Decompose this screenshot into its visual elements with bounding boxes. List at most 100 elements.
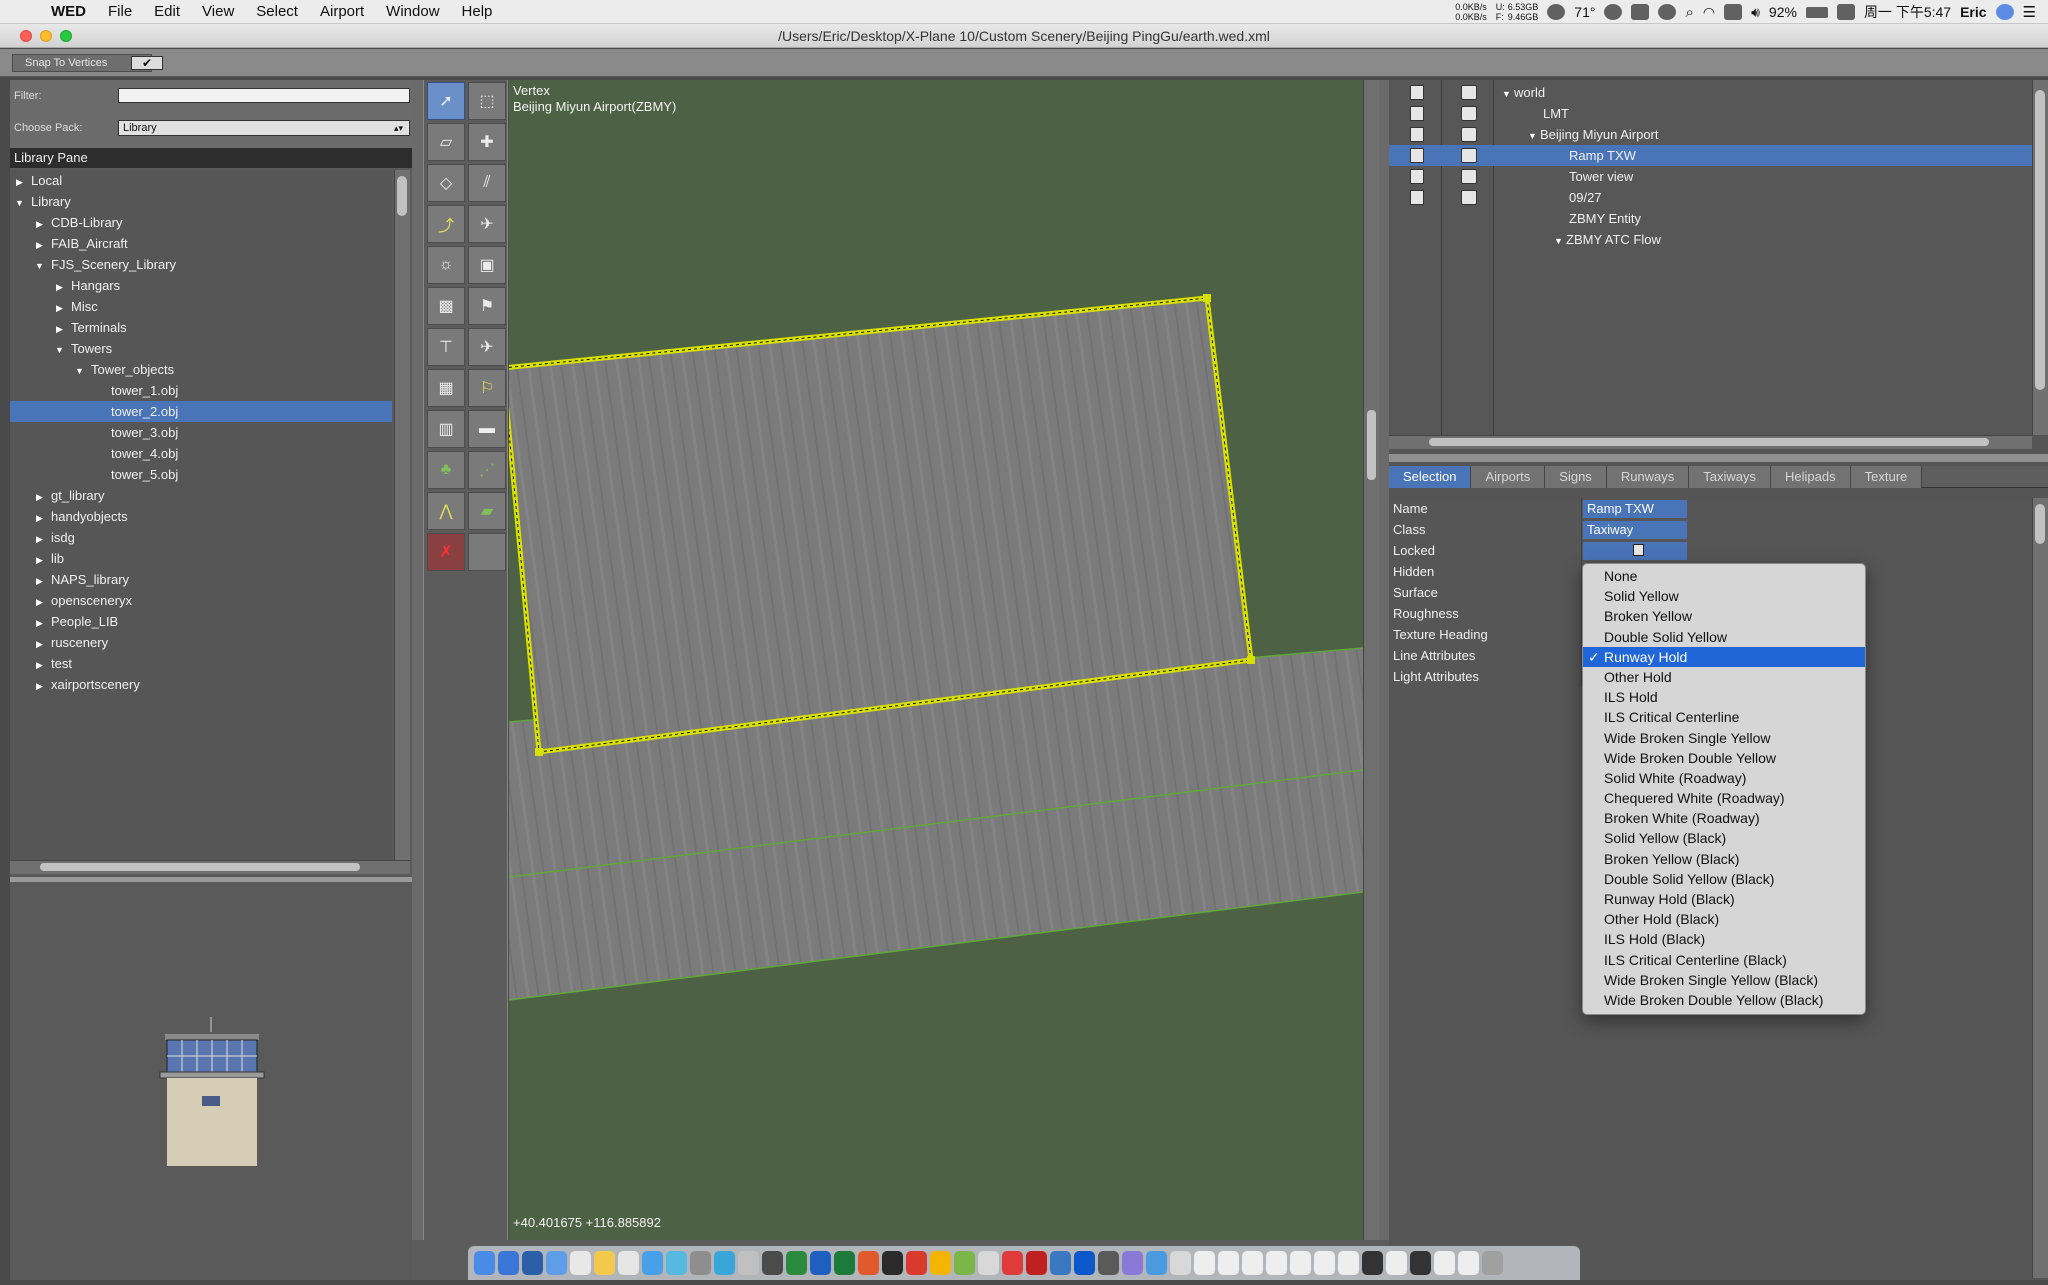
dock-app-icon[interactable] — [834, 1251, 855, 1275]
dropdown-option[interactable]: ILS Hold — [1583, 687, 1865, 707]
dropdown-option[interactable]: ILS Critical Centerline (Black) — [1583, 950, 1865, 970]
dock-app-icon[interactable] — [1458, 1251, 1479, 1275]
list-item[interactable]: ▶ CDB-Library — [10, 212, 392, 233]
string-tool-button[interactable]: ⋰ — [468, 451, 506, 489]
property-value[interactable]: Ramp TXW — [1583, 500, 1687, 518]
disclosure-down-icon[interactable]: ▼ — [1501, 84, 1512, 105]
battery-level[interactable]: 92% — [1769, 4, 1797, 20]
dock-app-icon[interactable] — [714, 1251, 735, 1275]
hierarchy-row[interactable]: ZBMY Entity — [1389, 208, 2032, 229]
scrollbar-thumb[interactable] — [1429, 438, 1989, 446]
helipad-tool-button[interactable]: ✚ — [468, 123, 506, 161]
light-fixture-tool-button[interactable]: ☼ — [427, 246, 465, 284]
disclosure-right-icon[interactable]: ▶ — [34, 613, 45, 634]
dock-app-icon[interactable] — [1434, 1251, 1455, 1275]
snap-checkbox[interactable]: ✔ — [131, 56, 163, 70]
airplane-tool-button[interactable]: ✈ — [468, 328, 506, 366]
dock-app-icon[interactable] — [954, 1251, 975, 1275]
facade-tool-button[interactable]: ▦ — [427, 369, 465, 407]
scrollbar-thumb[interactable] — [2035, 90, 2045, 390]
dock-app-icon[interactable] — [1194, 1251, 1215, 1275]
dock-app-icon[interactable] — [498, 1251, 519, 1275]
dropdown-option[interactable]: Other Hold (Black) — [1583, 909, 1865, 929]
disclosure-down-icon[interactable]: ▼ — [74, 361, 85, 382]
disclosure-right-icon[interactable]: ▶ — [34, 235, 45, 256]
gear-icon[interactable] — [1547, 4, 1566, 20]
lock-icon[interactable] — [1410, 106, 1424, 121]
disclosure-down-icon[interactable]: ▼ — [1527, 126, 1538, 147]
list-item[interactable]: tower_2.obj — [10, 401, 392, 422]
hierarchy-row[interactable]: ▼ Beijing Miyun Airport — [1389, 124, 2032, 145]
disclosure-right-icon[interactable]: ▶ — [34, 634, 45, 655]
hierarchy-row[interactable]: ▼ ZBMY ATC Flow — [1389, 229, 2032, 250]
menu-select[interactable]: Select — [245, 3, 309, 20]
notification-center-icon[interactable]: ☰ — [2023, 3, 2036, 21]
dock-app-icon[interactable] — [1218, 1251, 1239, 1275]
list-item[interactable]: ▼ Library — [10, 191, 392, 212]
taxiway-tool-button[interactable]: ◇ — [427, 164, 465, 202]
lock-icon[interactable] — [1410, 85, 1424, 100]
forest-tool-button[interactable]: ♣ — [427, 451, 465, 489]
disclosure-down-icon[interactable]: ▼ — [1553, 231, 1564, 252]
list-item[interactable]: ▶ Misc — [10, 296, 392, 317]
list-item[interactable]: ▶ Terminals — [10, 317, 392, 338]
airplay-icon[interactable] — [1724, 4, 1743, 20]
input-method-icon[interactable] — [1836, 4, 1855, 20]
disclosure-right-icon[interactable]: ▶ — [34, 571, 45, 592]
atc-tool-button[interactable]: ⚐ — [468, 369, 506, 407]
menu-edit[interactable]: Edit — [143, 3, 191, 20]
scrollbar-thumb[interactable] — [397, 176, 407, 216]
dock-app-icon[interactable] — [1338, 1251, 1359, 1275]
list-item[interactable]: tower_4.obj — [10, 443, 392, 464]
dock-app-icon[interactable] — [1050, 1251, 1071, 1275]
map-canvas[interactable] — [509, 80, 1363, 1240]
property-value[interactable] — [1583, 542, 1687, 560]
menu-help[interactable]: Help — [451, 3, 504, 20]
lock-icon[interactable] — [1410, 169, 1424, 184]
tab-texture[interactable]: Texture — [1850, 466, 1923, 488]
dock-app-icon[interactable] — [1266, 1251, 1287, 1275]
ramp-start-tool-button[interactable]: ✈ — [468, 205, 506, 243]
vertex-handle[interactable] — [1247, 656, 1255, 664]
eye-icon[interactable] — [1461, 148, 1477, 163]
list-item[interactable]: ▶ People_LIB — [10, 611, 392, 632]
list-item[interactable]: ▼ Tower_objects — [10, 359, 392, 380]
property-row[interactable]: Class Taxiway — [1389, 519, 2032, 540]
library-vertical-scrollbar[interactable] — [394, 170, 410, 860]
hierarchy-row[interactable]: 09/27 — [1389, 187, 2032, 208]
dock-app-icon[interactable] — [1170, 1251, 1191, 1275]
dock-app-icon[interactable] — [474, 1251, 495, 1275]
dropdown-option[interactable]: Broken Yellow (Black) — [1583, 849, 1865, 869]
disclosure-right-icon[interactable]: ▶ — [34, 487, 45, 508]
dropdown-option[interactable]: Wide Broken Single Yellow — [1583, 728, 1865, 748]
menu-file[interactable]: File — [97, 3, 143, 20]
disclosure-right-icon[interactable]: ▶ — [34, 214, 45, 235]
taxiroute-tool-button[interactable]: ⤴ — [427, 205, 465, 243]
vertex-tool-button[interactable]: ➚ — [427, 82, 465, 120]
disclosure-right-icon[interactable]: ▶ — [34, 655, 45, 676]
list-item[interactable]: ▶ handyobjects — [10, 506, 392, 527]
list-item[interactable]: tower_3.obj — [10, 422, 392, 443]
list-item[interactable]: ▶ isdg — [10, 527, 392, 548]
snap-to-vertices-toggle[interactable]: Snap To Vertices ✔ — [12, 54, 163, 72]
list-item[interactable]: tower_5.obj — [10, 464, 392, 485]
dock-app-icon[interactable] — [1074, 1251, 1095, 1275]
dock-app-icon[interactable] — [1410, 1251, 1431, 1275]
zoom-window-button[interactable] — [60, 30, 72, 42]
hierarchy-vertical-scrollbar[interactable] — [2032, 80, 2048, 435]
scrollbar-thumb[interactable] — [2035, 504, 2045, 544]
list-item[interactable]: ▼ FJS_Scenery_Library — [10, 254, 392, 275]
dock-app-icon[interactable] — [906, 1251, 927, 1275]
dock-app-icon[interactable] — [570, 1251, 591, 1275]
map-view[interactable]: Vertex Beijing Miyun Airport(ZBMY) +40.4… — [509, 80, 1363, 1240]
tab-selection[interactable]: Selection — [1389, 466, 1472, 488]
tower-viewpoint-tool-button[interactable]: ⊤ — [427, 328, 465, 366]
hierarchy-horizontal-scrollbar[interactable] — [1389, 435, 2032, 449]
dropdown-option[interactable]: ILS Hold (Black) — [1583, 929, 1865, 949]
memory-stats[interactable]: U: F: 6.53GB 9.46GB — [1496, 2, 1539, 22]
sealane-tool-button[interactable]: ⫽ — [468, 164, 506, 202]
spotlight-icon[interactable]: ⌕ — [1685, 4, 1693, 21]
list-item[interactable]: ▼ Towers — [10, 338, 392, 359]
vertex-handle[interactable] — [1203, 294, 1211, 302]
volume-icon[interactable]: 🔊︎ — [1751, 4, 1760, 21]
